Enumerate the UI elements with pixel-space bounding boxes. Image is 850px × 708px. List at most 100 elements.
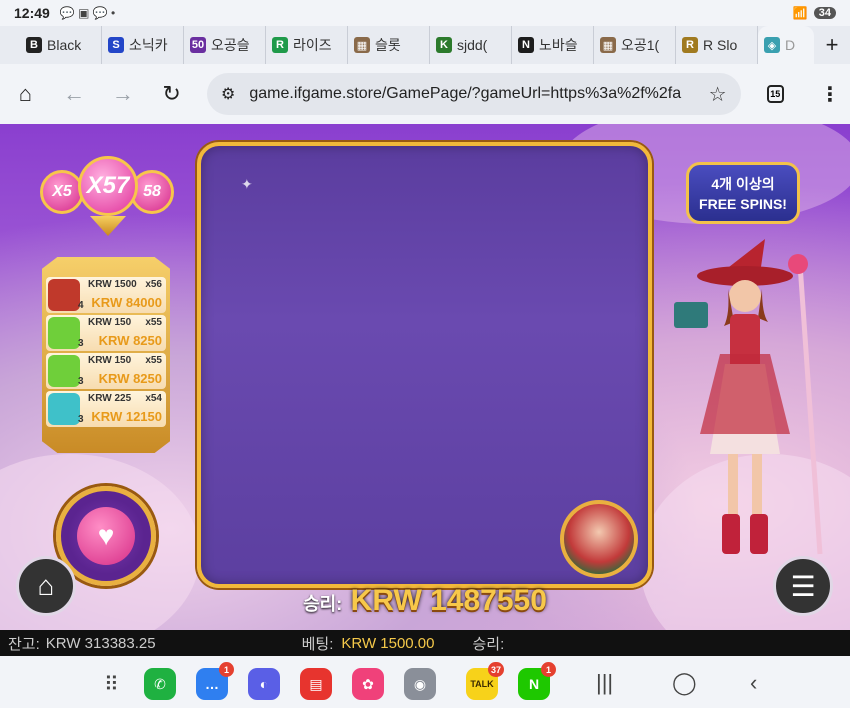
free-spins-badge: 4개 이상의 FREE SPINS! (686, 162, 800, 224)
tab-label: Black (47, 37, 82, 53)
reload-button[interactable]: ↻ (156, 78, 187, 110)
internet-app-icon[interactable]: ◐ (248, 668, 280, 700)
tab-label: 라이즈 (293, 37, 332, 53)
row-multiplier: x55 (145, 355, 162, 366)
bet-value[interactable]: KRW 1500.00 (341, 635, 434, 652)
win-history-row: 3 KRW 225 x54 KRW 12150 (46, 391, 166, 427)
bookmark-star-icon[interactable]: ☆ (709, 82, 727, 107)
browser-toolbar: ⌂ ← → ↻ ⚙ game.ifgame.store/GamePage/?ga… (0, 64, 850, 124)
row-multiplier: x54 (145, 393, 162, 404)
naver-app-icon[interactable]: N1 (518, 662, 556, 700)
recents-button[interactable]: ||| (596, 670, 613, 696)
browser-tab[interactable]: R R Slo (676, 26, 758, 64)
bet-label: 베팅: (301, 635, 334, 653)
browser-tab[interactable]: S 소닉카 (102, 26, 184, 64)
browser-tab[interactable]: B Black (20, 26, 102, 64)
tab-label: sjdd( (457, 37, 488, 53)
row-bet: KRW 225 (88, 393, 132, 404)
tab-favicon-icon: N (518, 37, 534, 53)
tab-label: R Slo (703, 37, 738, 53)
win-history-row: 3 KRW 150 x55 KRW 8250 (46, 353, 166, 389)
site-settings-icon[interactable]: ⚙ (221, 84, 235, 104)
camera-glyph-icon: ◉ (413, 675, 427, 692)
tab-favicon-icon: ◈ (764, 37, 780, 53)
row-win: KRW 84000 (91, 295, 162, 310)
messages-app-icon[interactable]: … 1 (196, 662, 234, 700)
notes-glyph-icon: ▤ (309, 675, 323, 692)
multiplier-left: X5 (40, 170, 84, 214)
win-history-row: 4 KRW 1500 x56 KRW 84000 (46, 277, 166, 313)
symbol-icon (48, 279, 80, 311)
symbol-icon (48, 355, 80, 387)
tab-switcher-button[interactable]: 15 (766, 85, 784, 103)
tab-label: 노바슬 (539, 37, 578, 53)
win-value: KRW 1487550 (350, 584, 547, 617)
row-bet: KRW 150 (88, 317, 132, 328)
forward-button[interactable]: → (108, 78, 139, 110)
browser-tab[interactable]: N 노바슬 (512, 26, 594, 64)
symbol-icon (48, 317, 80, 349)
kakaotalk-app-icon[interactable]: TALK 37 (466, 662, 504, 700)
home-nav-button[interactable]: ◯ (672, 670, 697, 696)
back-button[interactable]: ← (59, 78, 90, 110)
symbol-icon (48, 393, 80, 425)
back-nav-button[interactable]: ‹ (750, 670, 757, 696)
url-text[interactable]: game.ifgame.store/GamePage/?gameUrl=http… (249, 85, 708, 103)
symbol-count: 4 (78, 300, 84, 311)
tab-list: B Black S 소닉카 50 오공슬 R 라이즈 ▦ 슬롯 Ksjdd(N 노바슬 ▦ 오공1(R R … (20, 26, 814, 64)
notes-app-icon[interactable]: ▤ (300, 668, 332, 700)
win-history-row: 3 KRW 150 x55 KRW 8250 (46, 315, 166, 351)
win-history-panel: 4 KRW 1500 x56 KRW 84000 3 KRW 150 x55 KRW 8250… (42, 257, 170, 453)
heart-icon: ♥ (77, 507, 135, 565)
status-right: 📶 34 (793, 6, 836, 20)
game-info-bar: 잔고: KRW 313383.25 베팅: KRW 1500.00 승리: (0, 630, 850, 656)
messages-glyph-icon: … (205, 676, 219, 692)
tab-label: 오공슬 (211, 37, 250, 53)
symbol-count: 3 (78, 376, 84, 387)
browser-tab[interactable]: ▦ 슬롯 (348, 26, 430, 64)
browser-tab[interactable]: Ksjdd( (430, 26, 512, 64)
home-icon[interactable]: ⌂ (10, 78, 41, 110)
witch-character (674, 239, 823, 555)
tab-favicon-icon: ▦ (600, 37, 616, 53)
gallery-glyph-icon: ✿ (362, 675, 374, 692)
tab-favicon-icon: R (272, 37, 288, 53)
symbol-count: 3 (78, 338, 84, 349)
row-multiplier: x56 (145, 279, 162, 290)
browser-tab[interactable]: ◈ D (758, 26, 814, 64)
browser-tab-strip: B Black S 소닉카 50 오공슬 R 라이즈 ▦ 슬롯 Ksjdd(N 노바슬 ▦ 오공1(R R … (0, 26, 850, 64)
internet-glyph-icon: ◐ (259, 676, 269, 692)
gallery-app-icon[interactable]: ✿ (352, 668, 384, 700)
new-tab-button[interactable]: + (814, 26, 850, 64)
signal-icon: 📶 (792, 6, 808, 20)
phone-app-icon[interactable]: ✆ (144, 668, 176, 700)
notification-badge: 1 (541, 662, 556, 677)
tab-label: 소닉카 (129, 37, 168, 53)
sparkle-icon: ✦ (241, 176, 253, 192)
row-bet: KRW 150 (88, 355, 132, 366)
camera-app-icon[interactable]: ◉ (404, 668, 436, 700)
browser-menu-button[interactable]: ⋮ (820, 82, 840, 107)
tab-favicon-icon: B (26, 37, 42, 53)
address-bar[interactable]: ⚙ game.ifgame.store/GamePage/?gameUrl=ht… (207, 73, 741, 115)
notification-badge: 37 (487, 662, 504, 677)
tab-favicon-icon: K (436, 37, 452, 53)
balance-value: KRW 313383.25 (45, 634, 156, 652)
browser-tab[interactable]: R 라이즈 (266, 26, 348, 64)
game-canvas: X5 58 X57 4 KRW 1500 x56 KRW 84000 3 KRW 150 x… (0, 124, 850, 630)
symbol-count: 3 (78, 414, 84, 425)
win-total-label: 승리: (472, 635, 505, 653)
notification-badge: 1 (219, 662, 234, 677)
free-spins-line2: FREE SPINS! (699, 196, 787, 212)
row-win: KRW 12150 (91, 409, 162, 424)
character-portrait (560, 500, 638, 578)
tab-favicon-icon: 50 (190, 37, 206, 53)
row-win: KRW 8250 (98, 333, 162, 348)
tab-favicon-icon: S (108, 37, 124, 53)
app-drawer-icon[interactable]: ⠿ (104, 672, 119, 697)
browser-tab[interactable]: ▦ 오공1( (594, 26, 676, 64)
status-bar: 12:49 💬 ▣ 💬 • 📶 34 (0, 0, 850, 26)
battery-indicator: 34 (813, 7, 836, 19)
browser-tab[interactable]: 50 오공슬 (184, 26, 266, 64)
balance-label: 잔고: (8, 635, 40, 653)
